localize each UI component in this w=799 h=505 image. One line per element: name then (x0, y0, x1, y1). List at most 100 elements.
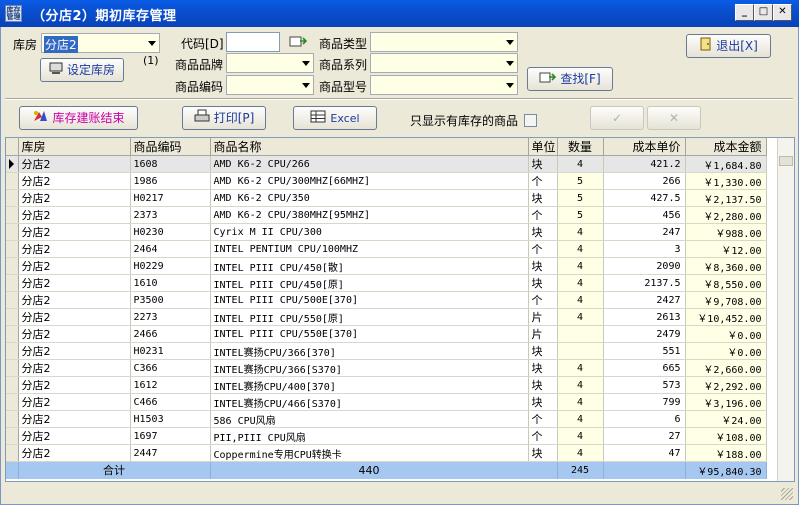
table-row[interactable]: 分店2 C366 INTEL赛扬CPU/366[S370] 块 4 665 ￥2,660.0… (6, 359, 767, 377)
cell-quantity[interactable]: 5 (557, 206, 604, 224)
cell-unit[interactable]: 块 (528, 393, 558, 411)
table-row[interactable]: 分店2 H0231 INTEL赛扬CPU/366[370] 块 551 ￥0.00 (6, 342, 767, 360)
cell-product-code[interactable]: 2466 (130, 325, 211, 343)
table-row[interactable]: 分店2 1610 INTEL PIII CPU/450[原] 块 4 2137.5 ￥8,5… (6, 274, 767, 292)
table-row[interactable]: 分店2 2447 Coppermine专用CPU转换卡块 4 47 ￥188.00 (6, 444, 767, 462)
cell-unit[interactable]: 个 (528, 291, 558, 309)
vertical-scrollbar[interactable] (777, 138, 794, 481)
search-button[interactable]: 查找[F] (527, 67, 613, 91)
cell-unit-cost[interactable]: 3 (603, 240, 686, 258)
excel-button[interactable]: Excel (293, 106, 377, 130)
cell-quantity[interactable]: 5 (557, 172, 604, 190)
cell-warehouse[interactable]: 分店2 (18, 257, 131, 275)
cell-warehouse[interactable]: 分店2 (18, 325, 131, 343)
set-warehouse-button[interactable]: 设定库房 (40, 58, 124, 82)
table-row[interactable]: 分店2 2464 INTEL PENTIUM CPU/100MHZ 个 4 3 ￥12.00 (6, 240, 767, 258)
cell-unit-cost[interactable]: 6 (603, 410, 686, 428)
cell-unit-cost[interactable]: 2137.5 (603, 274, 686, 292)
only-stock-checkbox[interactable] (524, 114, 537, 127)
cell-product-name[interactable]: INTEL PIII CPU/550E[370] (210, 325, 529, 343)
cell-product-code[interactable]: 2464 (130, 240, 211, 258)
table-row[interactable]: 分店2 1986 AMD K6-2 CPU/300MHZ[66MHZ] 个 5 266 ￥1… (6, 172, 767, 190)
cell-quantity[interactable]: 4 (557, 274, 604, 292)
cell-quantity[interactable]: 4 (557, 393, 604, 411)
cell-warehouse[interactable]: 分店2 (18, 240, 131, 258)
cell-unit[interactable]: 块 (528, 189, 558, 207)
cell-product-name[interactable]: INTEL PIII CPU/450[散] (210, 257, 529, 275)
cell-cost-amount[interactable]: ￥9,708.00 (685, 291, 767, 309)
product-code-select[interactable] (226, 75, 314, 95)
cell-unit-cost[interactable]: 456 (603, 206, 686, 224)
cell-quantity[interactable]: 4 (557, 155, 604, 173)
col-header[interactable]: 成本金额 (685, 138, 767, 156)
model-select[interactable] (370, 75, 518, 95)
cell-product-name[interactable]: Coppermine专用CPU转换卡 (210, 444, 529, 462)
cell-unit[interactable]: 片 (528, 325, 558, 343)
cell-warehouse[interactable]: 分店2 (18, 172, 131, 190)
table-row[interactable]: 分店2 2273 INTEL PIII CPU/550[原] 片 4 2613 ￥10,45… (6, 308, 767, 326)
cell-quantity[interactable]: 4 (557, 376, 604, 394)
table-row[interactable]: 分店2 H0229 INTEL PIII CPU/450[散] 块 4 2090 ￥8,36… (6, 257, 767, 275)
table-row[interactable]: 分店2 1608 AMD K6-2 CPU/266 块 4 421.2 ￥1,684.80 (6, 155, 767, 173)
cell-product-name[interactable]: INTEL PIII CPU/450[原] (210, 274, 529, 292)
col-header[interactable]: 商品名称 (210, 138, 529, 156)
cell-product-code[interactable]: 1610 (130, 274, 211, 292)
cancel-button[interactable]: ✕ (647, 106, 701, 130)
cell-unit[interactable]: 块 (528, 376, 558, 394)
cell-product-code[interactable]: 1697 (130, 427, 211, 445)
cell-product-code[interactable]: C466 (130, 393, 211, 411)
cell-unit[interactable]: 块 (528, 444, 558, 462)
cell-quantity[interactable]: 4 (557, 427, 604, 445)
col-header[interactable]: 商品编码 (130, 138, 211, 156)
cell-cost-amount[interactable]: ￥10,452.00 (685, 308, 767, 326)
table-row[interactable]: 分店2 H0230 Cyrix M II CPU/300 块 4 247 ￥988.00 (6, 223, 767, 241)
table-row[interactable]: 分店2 C466 INTEL赛扬CPU/466[S370] 块 4 799 ￥3,196.0… (6, 393, 767, 411)
cell-quantity[interactable]: 4 (557, 444, 604, 462)
cell-unit[interactable]: 块 (528, 257, 558, 275)
scrollbar-thumb[interactable] (779, 156, 793, 166)
cell-unit[interactable]: 块 (528, 155, 558, 173)
cell-warehouse[interactable]: 分店2 (18, 393, 131, 411)
cell-warehouse[interactable]: 分店2 (18, 189, 131, 207)
cell-warehouse[interactable]: 分店2 (18, 342, 131, 360)
cell-product-code[interactable]: 1986 (130, 172, 211, 190)
cell-unit-cost[interactable]: 427.5 (603, 189, 686, 207)
cell-unit[interactable]: 块 (528, 274, 558, 292)
cell-product-code[interactable]: H0217 (130, 189, 211, 207)
cell-unit-cost[interactable]: 27 (603, 427, 686, 445)
cell-product-code[interactable]: H0230 (130, 223, 211, 241)
table-row[interactable]: 分店2 P3500 INTEL PIII CPU/500E[370] 个 4 2427 ￥9… (6, 291, 767, 309)
cell-cost-amount[interactable]: ￥0.00 (685, 325, 767, 343)
cell-product-name[interactable]: INTEL PIII CPU/550[原] (210, 308, 529, 326)
cell-quantity[interactable]: 4 (557, 223, 604, 241)
cell-product-code[interactable]: 2373 (130, 206, 211, 224)
code-input[interactable] (226, 32, 280, 52)
cell-cost-amount[interactable]: ￥2,660.00 (685, 359, 767, 377)
cell-unit[interactable]: 片 (528, 308, 558, 326)
cell-product-code[interactable]: 2447 (130, 444, 211, 462)
table-row[interactable]: 分店2 1697 PII,PIII CPU风扇个 4 27 ￥108.00 (6, 427, 767, 445)
cell-unit-cost[interactable]: 421.2 (603, 155, 686, 173)
cell-cost-amount[interactable]: ￥188.00 (685, 444, 767, 462)
cell-quantity[interactable]: 5 (557, 189, 604, 207)
cell-warehouse[interactable]: 分店2 (18, 291, 131, 309)
cell-unit[interactable]: 个 (528, 240, 558, 258)
table-row[interactable]: 分店2 H0217 AMD K6-2 CPU/350 块 5 427.5 ￥2,137.50 (6, 189, 767, 207)
cell-cost-amount[interactable]: ￥8,360.00 (685, 257, 767, 275)
cell-product-code[interactable]: H1503 (130, 410, 211, 428)
cell-unit-cost[interactable]: 2427 (603, 291, 686, 309)
confirm-button[interactable]: ✓ (590, 106, 644, 130)
warehouse-select[interactable]: 分店2 (41, 33, 160, 53)
cell-warehouse[interactable]: 分店2 (18, 410, 131, 428)
cell-product-name[interactable]: Cyrix M II CPU/300 (210, 223, 529, 241)
cell-unit-cost[interactable]: 266 (603, 172, 686, 190)
cell-product-code[interactable]: P3500 (130, 291, 211, 309)
col-header[interactable]: 成本单价 (603, 138, 686, 156)
cell-quantity[interactable]: 4 (557, 257, 604, 275)
cell-product-name[interactable]: AMD K6-2 CPU/350 (210, 189, 529, 207)
col-header[interactable]: 单位 (528, 138, 558, 156)
cell-product-code[interactable]: 1608 (130, 155, 211, 173)
cell-cost-amount[interactable]: ￥12.00 (685, 240, 767, 258)
cell-product-code[interactable]: H0229 (130, 257, 211, 275)
cell-unit[interactable]: 个 (528, 410, 558, 428)
